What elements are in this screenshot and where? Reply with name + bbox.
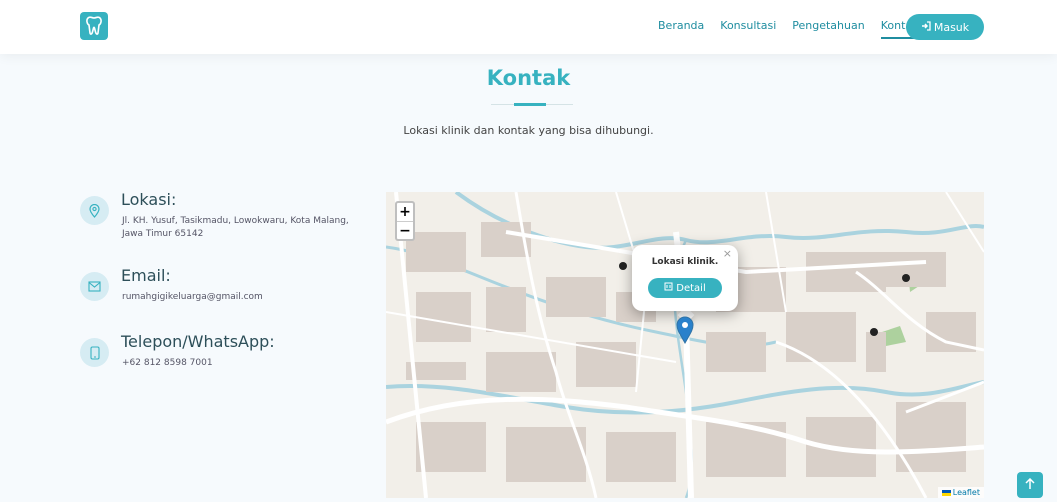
phone-text[interactable]: +62 812 8598 7001 xyxy=(122,357,362,370)
zoom-control: + − xyxy=(395,201,415,241)
nav-link-pengetahuan[interactable]: Pengetahuan xyxy=(792,19,864,32)
location-map[interactable]: + − × Lokasi klinik. Detail Leaflet xyxy=(386,192,984,498)
login-button[interactable]: Masuk xyxy=(906,14,984,40)
envelope-icon xyxy=(80,272,109,301)
title-divider-accent xyxy=(514,103,546,106)
nav-links: Beranda Konsultasi Pengetahuan Kontak xyxy=(658,19,935,39)
page-subtitle: Lokasi klinik dan kontak yang bisa dihub… xyxy=(403,124,654,137)
zoom-in-button[interactable]: + xyxy=(397,203,413,221)
nav-link-konsultasi[interactable]: Konsultasi xyxy=(720,19,776,32)
email-text[interactable]: rumahgigikeluarga@gmail.com xyxy=(122,291,362,304)
map-marker-icon[interactable] xyxy=(676,316,694,349)
tooth-logo-icon[interactable] xyxy=(80,12,108,40)
sign-in-icon xyxy=(921,20,931,34)
login-label: Masuk xyxy=(933,20,970,34)
map-attribution[interactable]: Leaflet xyxy=(937,487,984,498)
email-heading: Email: xyxy=(121,266,171,285)
map-popup: × Lokasi klinik. Detail xyxy=(632,245,738,311)
phone-icon xyxy=(80,338,109,367)
scroll-to-top-button[interactable] xyxy=(1017,472,1043,498)
attribution-text: Leaflet xyxy=(952,488,980,497)
phone-heading: Telepon/WhatsApp: xyxy=(121,332,275,351)
navbar: Beranda Konsultasi Pengetahuan Kontak Ma… xyxy=(0,0,1057,54)
location-heading: Lokasi: xyxy=(121,190,177,209)
detail-label: Detail xyxy=(676,282,706,294)
arrow-up-icon xyxy=(1025,477,1035,493)
popup-text: Lokasi klinik. xyxy=(651,257,719,267)
detail-button[interactable]: Detail xyxy=(648,278,722,298)
building-icon xyxy=(664,282,673,294)
zoom-out-button[interactable]: − xyxy=(397,221,413,239)
page-title: Kontak xyxy=(486,66,571,90)
nav-link-beranda[interactable]: Beranda xyxy=(658,19,704,32)
location-pin-icon xyxy=(80,196,109,225)
ukraine-flag-icon xyxy=(941,489,951,496)
location-text: Jl. KH. Yusuf, Tasikmadu, Lowokwaru, Kot… xyxy=(122,216,349,239)
